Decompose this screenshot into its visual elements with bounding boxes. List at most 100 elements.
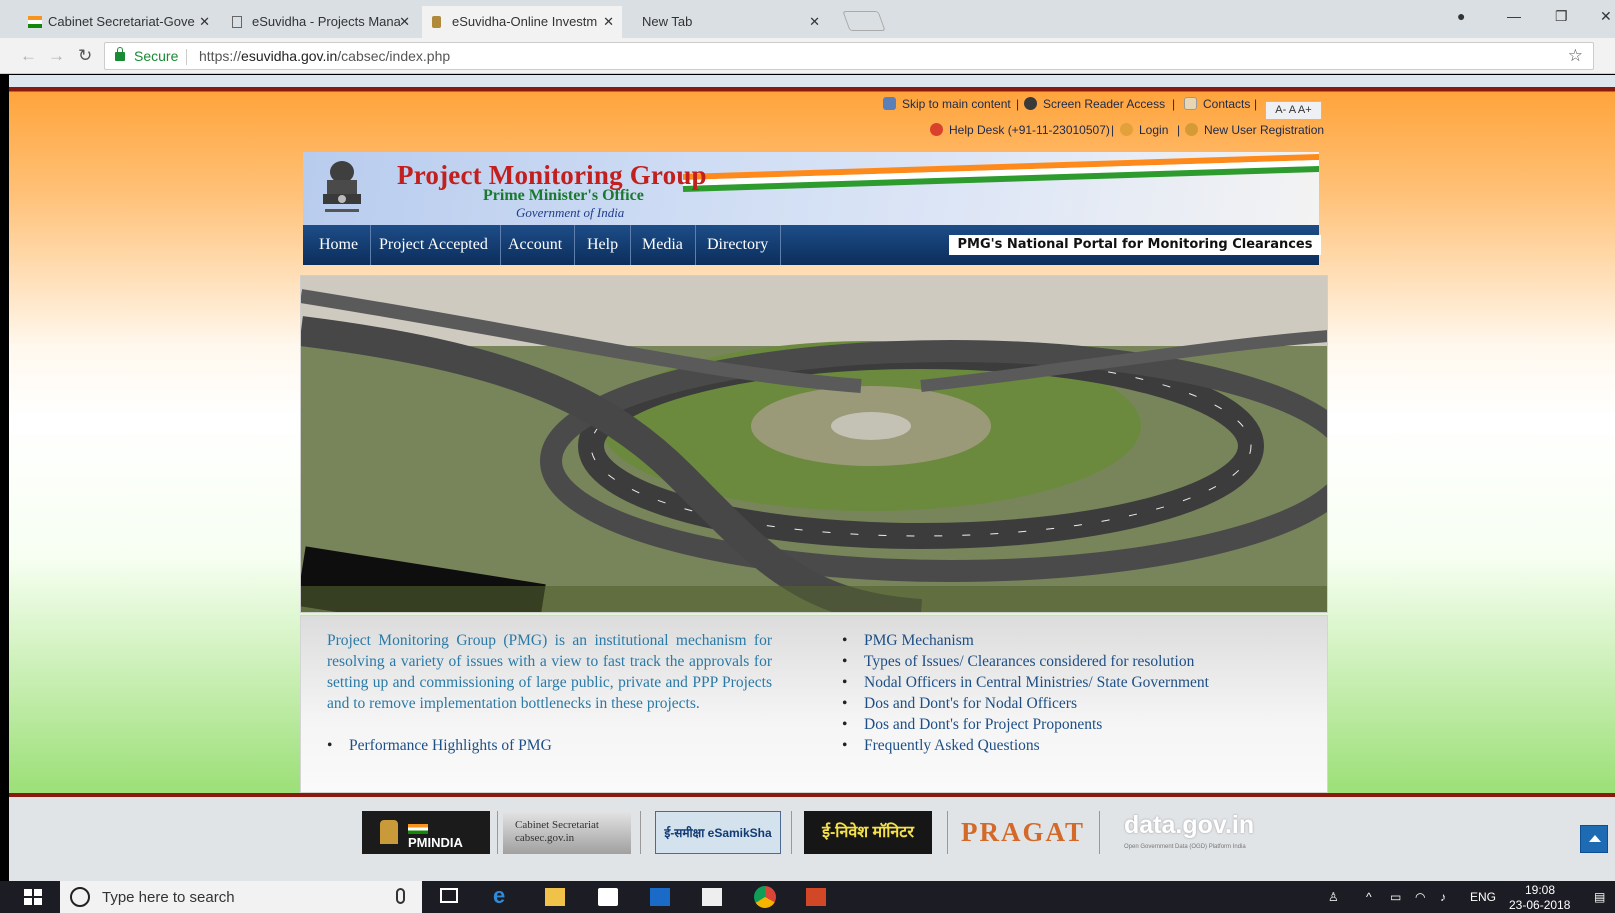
user-icon xyxy=(1120,123,1133,136)
page-viewport: Skip to main content | Screen Reader Acc… xyxy=(9,75,1615,881)
page-background: Skip to main content | Screen Reader Acc… xyxy=(9,87,1615,793)
divider xyxy=(640,811,641,854)
enivesh-text: ई-निवेश मॉनिटर xyxy=(822,824,914,841)
nav-project-accepted[interactable]: Project Accepted xyxy=(367,225,501,265)
powerpoint-icon[interactable] xyxy=(806,888,826,906)
pragati-logo[interactable]: PRAGATI xyxy=(961,811,1083,854)
helpdesk-link[interactable]: Help Desk (+91-11-23010507) xyxy=(930,123,1110,137)
browser-toolbar: ← → ↻ Secure https://esuvidha.gov.in/cab… xyxy=(0,38,1615,74)
chrome-icon[interactable] xyxy=(754,886,776,908)
minimize-button[interactable]: — xyxy=(1507,8,1521,24)
chevron-up-icon[interactable]: ^ xyxy=(1366,890,1372,904)
divider: | xyxy=(1177,123,1181,137)
enivesh-monitor-logo[interactable]: ई-निवेश मॉनिटर xyxy=(804,811,932,854)
people-icon[interactable]: ♙ xyxy=(1328,890,1339,904)
mail-icon[interactable] xyxy=(702,888,722,906)
language-indicator[interactable]: ENG xyxy=(1470,890,1496,904)
new-user-registration-link[interactable]: New User Registration xyxy=(1185,123,1324,137)
link-performance-highlights[interactable]: Performance Highlights of PMG xyxy=(327,735,552,756)
nav-account[interactable]: Account xyxy=(496,225,576,265)
battery-icon[interactable]: ▭ xyxy=(1390,890,1401,904)
national-emblem-icon xyxy=(323,161,361,212)
tab-new-tab[interactable]: New Tab ✕ xyxy=(612,6,828,38)
restore-button[interactable]: ❐ xyxy=(1555,8,1568,25)
cabsec-text: Cabinet Secretariat cabsec.gov.in xyxy=(515,819,599,844)
esamiksha-logo[interactable]: ई-समीक्षा eSamikSha xyxy=(655,811,781,854)
link-dos-donts-nodal[interactable]: Dos and Dont's for Nodal Officers xyxy=(842,693,1209,714)
window-close-button[interactable]: ✕ xyxy=(1600,8,1612,25)
browser-tab-strip: Cabinet Secretariat-Gove ✕ eSuvidha - Pr… xyxy=(0,0,1615,38)
reload-icon[interactable]: ↻ xyxy=(78,46,92,66)
pmindia-text: PMINDIA xyxy=(408,835,463,850)
microphone-icon[interactable] xyxy=(396,888,405,904)
notifications-icon[interactable]: ▤ xyxy=(1594,890,1605,904)
divider xyxy=(186,49,187,65)
cabsec-logo[interactable]: Cabinet Secretariat cabsec.gov.in xyxy=(503,811,631,854)
datagov-text: data.gov.in xyxy=(1124,811,1255,839)
tab-cabinet-secretariat[interactable]: Cabinet Secretariat-Gove ✕ xyxy=(18,6,218,38)
tab-esuvidha-projects[interactable]: eSuvidha - Projects Mana ✕ xyxy=(222,6,418,38)
divider: | xyxy=(1172,97,1176,111)
divider xyxy=(1099,811,1100,854)
clock-time[interactable]: 19:08 xyxy=(1525,883,1555,897)
screen-reader-link[interactable]: Screen Reader Access xyxy=(1024,97,1165,111)
header-banner: Project Monitoring Group Prime Minister'… xyxy=(303,152,1319,225)
volume-icon[interactable]: ♪ xyxy=(1440,890,1446,904)
login-link[interactable]: Login xyxy=(1120,123,1168,137)
taskbar-search-box[interactable]: Type here to search xyxy=(60,881,422,913)
nav-directory[interactable]: Directory xyxy=(695,225,782,265)
divider: | xyxy=(1111,123,1115,137)
page-top-gap xyxy=(9,75,1615,87)
close-icon[interactable]: ✕ xyxy=(199,6,210,38)
address-bar[interactable]: Secure https://esuvidha.gov.in/cabsec/in… xyxy=(104,42,1594,70)
file-explorer-icon[interactable] xyxy=(545,888,565,906)
store-icon[interactable] xyxy=(598,888,618,906)
taskbar: Type here to search e ♙ ^ ▭ ◠ ♪ ENG 19:0… xyxy=(0,881,1615,913)
pmindia-logo[interactable]: PMINDIA xyxy=(362,811,490,854)
cortana-icon xyxy=(70,887,90,907)
forward-arrow-icon[interactable]: → xyxy=(48,46,65,66)
divider xyxy=(947,811,948,854)
close-icon[interactable]: ✕ xyxy=(399,6,410,38)
speaker-icon xyxy=(1024,97,1037,110)
tab-title: eSuvidha - Projects Mana xyxy=(252,14,401,29)
nav-home[interactable]: Home xyxy=(307,225,372,265)
profile-icon[interactable]: ● xyxy=(1457,8,1465,24)
clock-date[interactable]: 23-06-2018 xyxy=(1509,898,1570,912)
tab-esuvidha-online[interactable]: eSuvidha-Online Investm ✕ xyxy=(422,6,622,38)
skip-to-content-link[interactable]: Skip to main content xyxy=(883,97,1011,111)
emblem-icon xyxy=(380,820,398,844)
site-subtitle: Prime Minister's Office xyxy=(483,187,644,204)
datagov-logo[interactable]: data.gov.in Open Government Data (OGD) P… xyxy=(1114,811,1274,854)
link-pmg-mechanism[interactable]: PMG Mechanism xyxy=(842,630,1209,651)
wifi-icon[interactable]: ◠ xyxy=(1415,890,1425,904)
tab-title: eSuvidha-Online Investm xyxy=(452,14,598,29)
hero-image xyxy=(300,275,1328,613)
contacts-link[interactable]: Contacts xyxy=(1184,97,1250,111)
nav-help[interactable]: Help xyxy=(575,225,632,265)
tab-title: Cabinet Secretariat-Gove xyxy=(48,14,195,29)
windows-start-icon[interactable] xyxy=(24,889,42,905)
new-tab-button[interactable] xyxy=(842,11,886,31)
datagov-subtext: Open Government Data (OGD) Platform Indi… xyxy=(1124,844,1246,850)
divider: | xyxy=(1254,97,1258,111)
link-dos-donts-proponents[interactable]: Dos and Dont's for Project Proponents xyxy=(842,714,1209,735)
defender-icon[interactable] xyxy=(650,888,670,906)
india-flag-icon xyxy=(28,16,42,28)
tab-title: New Tab xyxy=(642,14,693,29)
close-icon[interactable]: ✕ xyxy=(809,6,820,38)
link-types-of-issues[interactable]: Types of Issues/ Clearances considered f… xyxy=(842,651,1209,672)
link-faq[interactable]: Frequently Asked Questions xyxy=(842,735,1209,756)
divider xyxy=(791,811,792,854)
url-text: https://esuvidha.gov.in/cabsec/index.php xyxy=(199,48,451,64)
link-nodal-officers[interactable]: Nodal Officers in Central Ministries/ St… xyxy=(842,672,1209,693)
edge-icon[interactable]: e xyxy=(493,883,513,908)
font-size-controls[interactable]: A- A A+ xyxy=(1265,101,1322,120)
nav-media[interactable]: Media xyxy=(630,225,696,265)
scroll-to-top-button[interactable] xyxy=(1580,825,1608,853)
flag-icon xyxy=(408,824,428,834)
bookmark-star-icon[interactable]: ☆ xyxy=(1568,46,1583,66)
emblem-icon xyxy=(432,16,441,28)
back-arrow-icon[interactable]: ← xyxy=(20,46,37,66)
task-view-icon[interactable] xyxy=(440,888,458,903)
